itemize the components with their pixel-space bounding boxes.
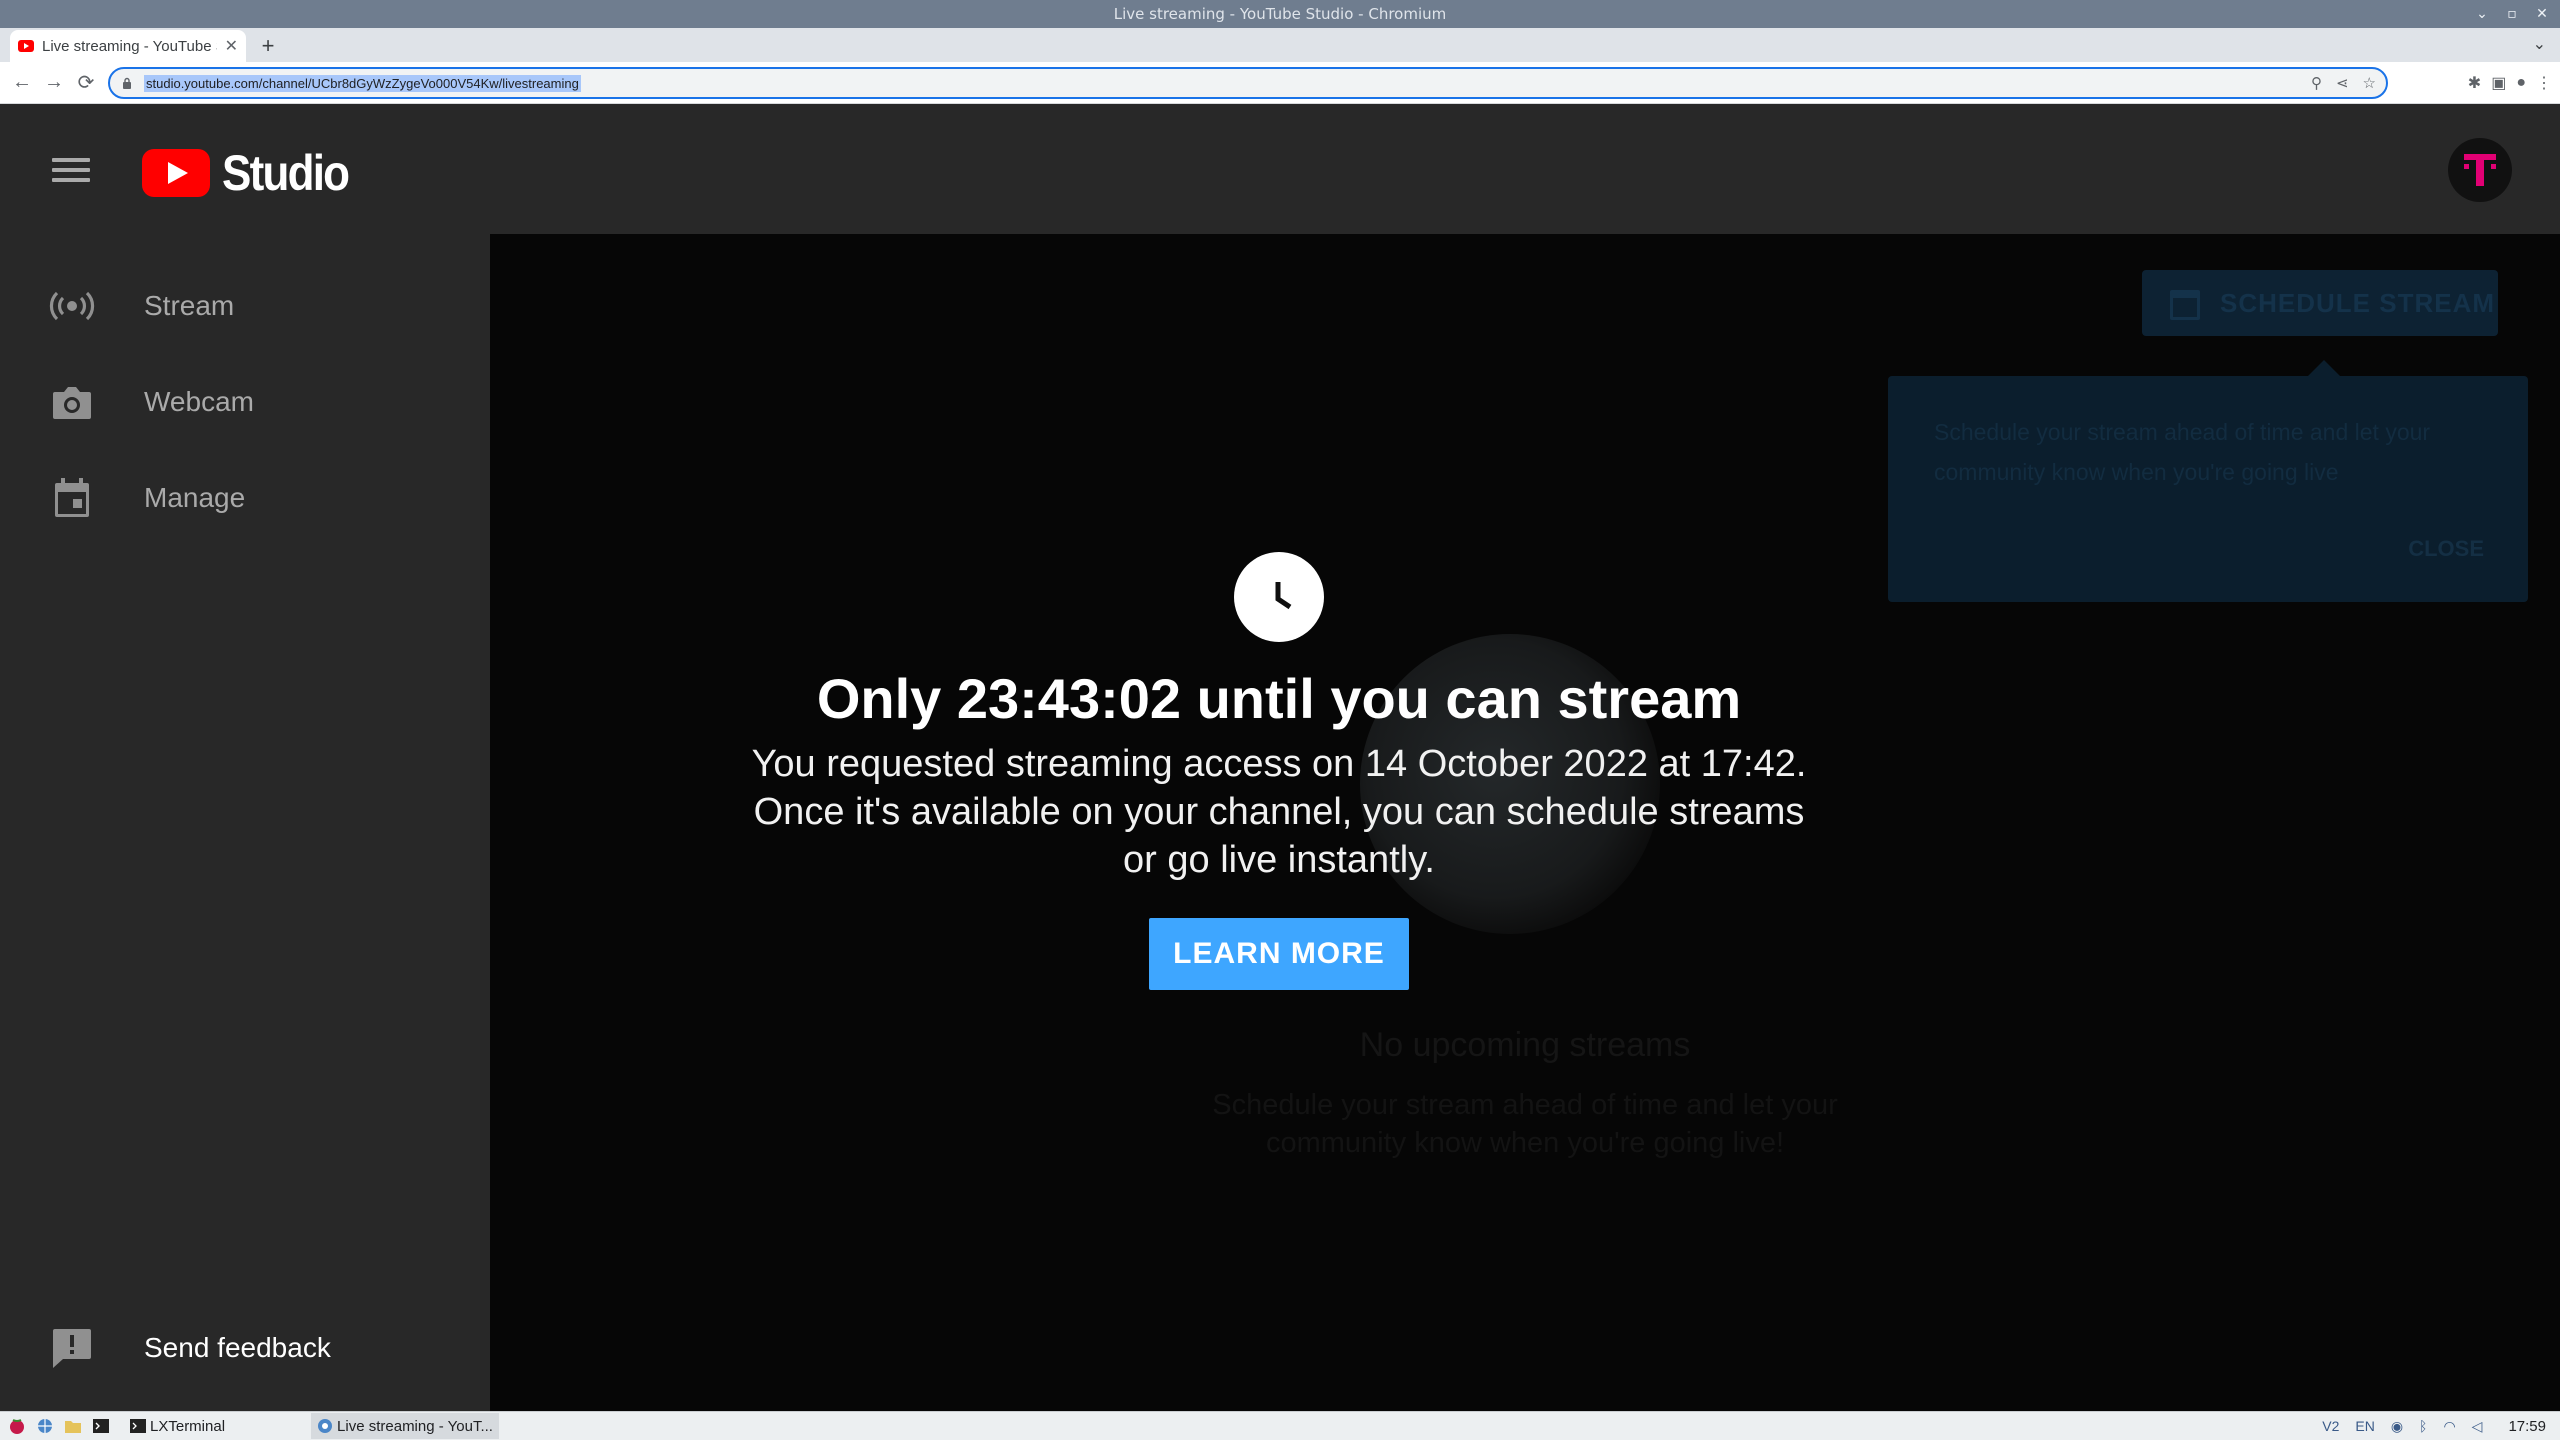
account-avatar[interactable] [2448,138,2512,202]
close-window-button[interactable]: ✕ [2534,6,2550,22]
system-tray: V2 EN ◉ ᛒ ◠ ◁ 17:59 [2322,1412,2546,1440]
back-button[interactable]: ← [6,67,38,99]
bookmark-star-icon[interactable]: ☆ [2363,74,2376,92]
stream-icon [48,282,96,330]
notice-body: You requested streaming access on 14 Oct… [751,743,1807,881]
studio-header: Studio [0,104,2560,234]
keyboard-language[interactable]: EN [2355,1418,2374,1434]
streaming-access-notice: Only 23:43:02 until you can stream You r… [490,234,2560,1411]
menu-icon[interactable] [52,158,90,182]
lock-icon[interactable] [120,76,134,90]
tab-search-icon[interactable]: ⌄ [2533,34,2546,54]
browser-tab[interactable]: Live streaming - YouTube Studio ✕ [10,30,246,62]
window-title: Live streaming - YouTube Studio - Chromi… [1113,5,1447,23]
window-controls: ⌄ ▫ ✕ [2474,0,2550,28]
bluetooth-icon[interactable]: ᛒ [2419,1418,2427,1434]
sidebar-item-manage[interactable]: Manage [0,450,490,546]
sidebar-item-label: Webcam [144,386,254,417]
terminal-icon[interactable] [90,1415,112,1437]
sidebar: Stream Webcam Manage Send feedback [0,234,490,1411]
tab-strip: Live streaming - YouTube Studio ✕ + ⌄ [0,28,2560,62]
raspberry-menu-icon[interactable] [6,1415,28,1437]
reload-button[interactable]: ⟳ [70,67,102,99]
sidebar-item-label: Stream [144,290,235,321]
studio-logo[interactable]: Studio [142,144,366,202]
minimize-button[interactable]: ⌄ [2474,6,2490,22]
studio-logo-text: Studio [222,145,350,201]
forward-button[interactable]: → [38,67,70,99]
browser-menu-icon[interactable]: ⋮ [2536,73,2552,93]
taskbar-clock: 17:59 [2508,1417,2546,1435]
countdown-title: Only 23:43:02 until you can stream [816,667,1742,730]
feedback-icon [48,1324,96,1372]
youtube-logo-icon [142,149,210,197]
camera-icon [48,378,96,426]
side-panel-icon[interactable]: ▣ [2491,73,2506,93]
extensions-icon[interactable]: ✱ [2468,73,2481,93]
telekom-t-icon [2464,154,2496,186]
task-chromium[interactable]: Live streaming - YouT... [311,1413,499,1439]
browser-toolbar: ← → ⟳ studio.youtube.com/channel/UCbr8dG… [0,62,2560,104]
os-taskbar: LXTerminal Live streaming - YouT... V2 E… [0,1411,2560,1440]
share-icon[interactable]: ⋖ [2336,74,2349,92]
file-manager-icon[interactable] [62,1415,84,1437]
profile-icon[interactable]: ● [2516,74,2526,92]
address-bar[interactable]: studio.youtube.com/channel/UCbr8dGyWzZyg… [108,67,2388,99]
calendar-icon [48,474,96,522]
task-lxterminal[interactable]: LXTerminal [124,1413,231,1439]
main-content: SCHEDULE STREAM Schedule your stream ahe… [490,234,2560,1411]
sidebar-item-webcam[interactable]: Webcam [0,354,490,450]
sidebar-item-label: Manage [144,482,246,513]
window-titlebar: Live streaming - YouTube Studio - Chromi… [0,0,2560,28]
vnc-icon[interactable]: V2 [2322,1418,2339,1434]
web-browser-icon[interactable] [34,1415,56,1437]
wifi-icon[interactable]: ◠ [2443,1418,2455,1435]
url-text[interactable]: studio.youtube.com/channel/UCbr8dGyWzZyg… [144,74,581,92]
tab-title: Live streaming - YouTube Studio [42,37,217,55]
send-feedback-label: Send feedback [144,1332,331,1363]
task-label: LXTerminal [150,1417,226,1435]
volume-icon[interactable]: ◁ [2472,1418,2483,1435]
task-label: Live streaming - YouT... [337,1417,493,1435]
learn-more-button[interactable]: LEARN MORE [1149,918,1409,990]
accessibility-icon[interactable]: ◉ [2391,1418,2403,1435]
sidebar-item-stream[interactable]: Stream [0,258,490,354]
chromium-icon [318,1419,333,1433]
new-tab-button[interactable]: + [252,30,284,62]
terminal-icon [130,1419,146,1433]
maximize-button[interactable]: ▫ [2504,6,2520,22]
zoom-icon[interactable]: ⚲ [2311,74,2322,92]
tab-close-icon[interactable]: ✕ [225,36,238,56]
clock-icon [1234,552,1324,642]
youtube-favicon-icon [18,40,34,52]
send-feedback-button[interactable]: Send feedback [0,1300,490,1396]
